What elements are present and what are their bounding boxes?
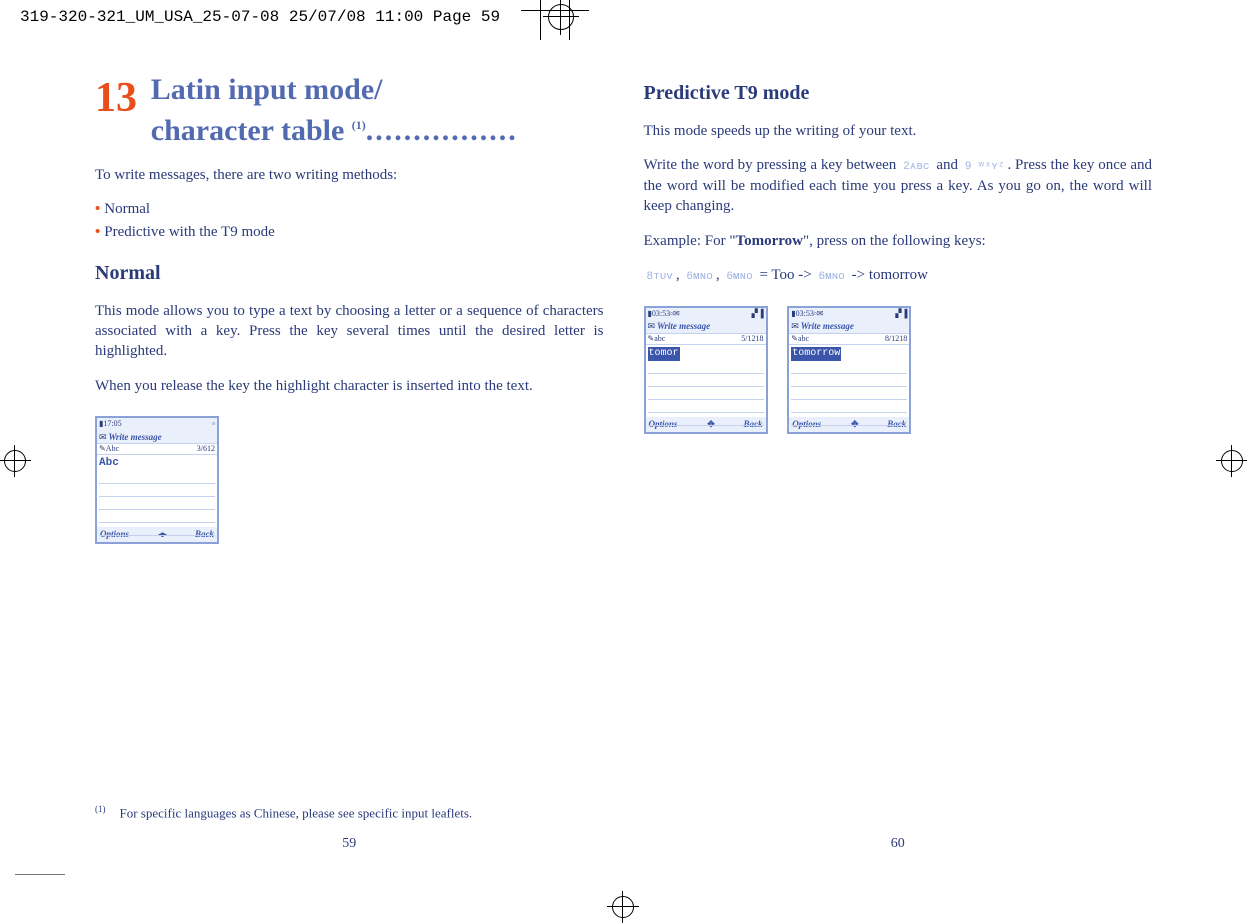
typed-text: Abc — [99, 457, 119, 469]
chapter-dots: ................ — [366, 114, 518, 147]
section-heading-normal: Normal — [95, 260, 604, 287]
registration-mark-top — [548, 4, 574, 30]
section-heading-t9: Predictive T9 mode — [644, 80, 1153, 107]
phone-title: Write message — [109, 431, 162, 443]
key-6-icon: 6ᴍɴᴏ — [815, 269, 847, 286]
typed-text: tomorrow — [791, 347, 841, 361]
registration-mark-bottom — [612, 896, 634, 918]
page-number: 60 — [644, 835, 1153, 854]
phone-title: Write message — [801, 320, 854, 332]
example-line: Example: For "Tomorrow", press on the fo… — [644, 231, 1153, 251]
chapter-title-line1: Latin input mode/ — [151, 73, 383, 106]
key-6-icon: 6ᴍɴᴏ — [723, 269, 755, 286]
chapter-title: Latin input mode/ character table (1)...… — [151, 70, 518, 151]
key-9-icon: 9 ʷˣʏᶻ — [962, 159, 1008, 176]
envelope-icon: ✉ — [791, 320, 799, 332]
phone-title: Write message — [657, 320, 710, 332]
bullet-item-1: •Normal — [95, 199, 604, 219]
chapter-title-superscript: (1) — [352, 118, 366, 132]
key-8-icon: 8ᴛᴜᴠ — [644, 269, 676, 286]
footnote: (1) For specific languages as Chinese, pl… — [95, 803, 604, 822]
footnote-marker: (1) — [95, 804, 106, 814]
bullet-item-2: •Predictive with the T9 mode — [95, 222, 604, 242]
key-6-icon: 6ᴍɴᴏ — [683, 269, 715, 286]
registration-mark-left — [4, 450, 26, 472]
typed-text: tomor — [648, 347, 680, 361]
crop-header: 319-320-321_UM_USA_25-07-08 25/07/08 11:… — [20, 8, 500, 26]
page-59: 13 Latin input mode/ character table (1)… — [95, 70, 604, 862]
phone-screenshot-t9-partial: ▮03:53▫✉▞▐ ✉Write message ✎abc5/1218 tom… — [644, 306, 768, 434]
phone-screenshot-t9-full: ▮03:53▫✉▞▐ ✉Write message ✎abc8/1218 tom… — [787, 306, 911, 434]
chapter-title-line2: character table — [151, 114, 352, 147]
normal-mode-para2: When you release the key the highlight c… — [95, 376, 604, 396]
footnote-text: For specific languages as Chinese, pleas… — [120, 805, 473, 820]
envelope-icon: ✉ — [648, 320, 656, 332]
phone-screenshot-normal: ▮17:05▫ ✉Write message ✎Abc3/612 Abc Opt… — [95, 416, 219, 544]
key-sequence: 8ᴛᴜᴠ, 6ᴍɴᴏ, 6ᴍɴᴏ = Too -> 6ᴍɴᴏ -> tomorr… — [644, 265, 1153, 286]
t9-para2: Write the word by pressing a key between… — [644, 155, 1153, 216]
registration-mark-right — [1221, 450, 1243, 472]
page-spread: 13 Latin input mode/ character table (1)… — [95, 70, 1152, 862]
chapter-number: 13 — [95, 70, 137, 127]
page-60: Predictive T9 mode This mode speeds up t… — [644, 70, 1153, 862]
normal-mode-para1: This mode allows you to type a text by c… — [95, 301, 604, 362]
envelope-icon: ✉ — [99, 431, 107, 443]
chapter-heading: 13 Latin input mode/ character table (1)… — [95, 70, 604, 151]
key-2-icon: 2ᴀʙᴄ — [900, 159, 932, 176]
intro-text: To write messages, there are two writing… — [95, 165, 604, 185]
page-number: 59 — [95, 835, 604, 854]
t9-para1: This mode speeds up the writing of your … — [644, 121, 1153, 141]
